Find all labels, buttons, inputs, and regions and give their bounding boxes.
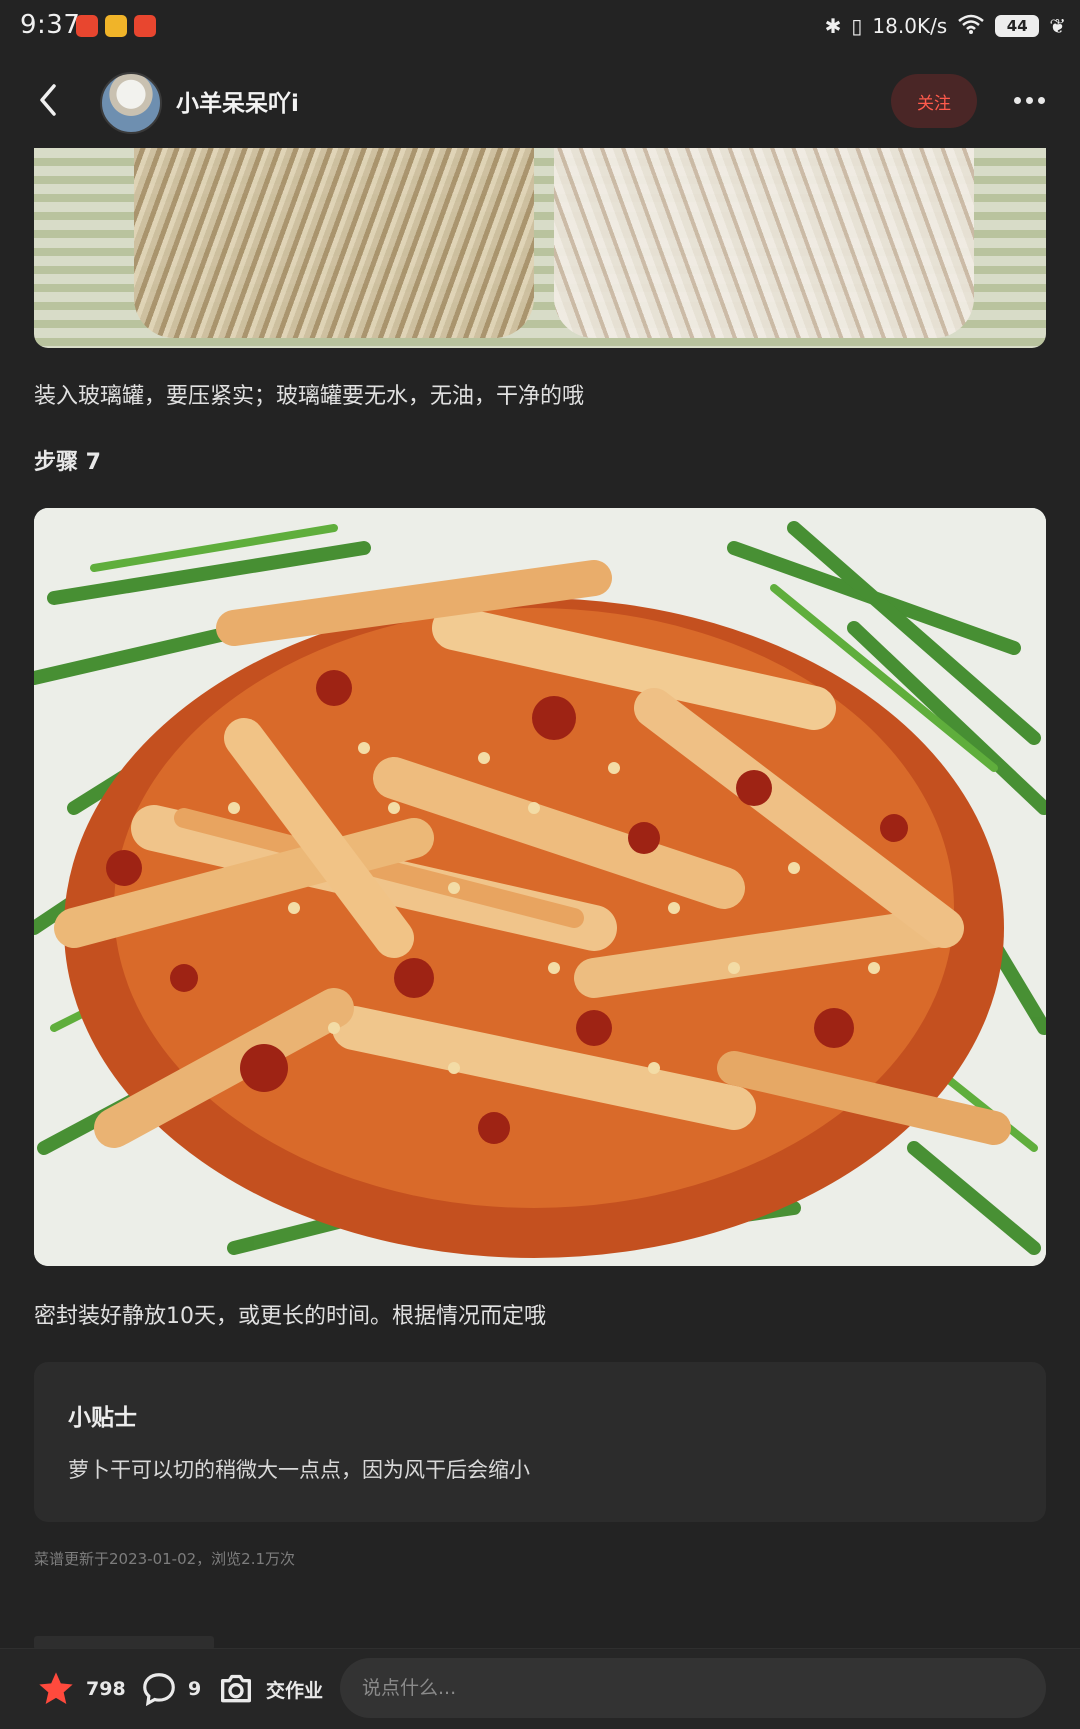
top-navigation: 小羊呆呆吖i 关注 [0, 52, 1080, 148]
tips-title: 小贴士 [68, 1405, 137, 1431]
bottom-action-bar: 798 9 交作业 [0, 1648, 1080, 1729]
bluetooth-icon: ✱ [824, 14, 842, 38]
battery-icon: 44 [995, 15, 1040, 37]
step7-image[interactable] [34, 508, 1046, 1266]
status-bar: 9:37 ✱ ▯ 18.0K/s 44 ❦ [0, 0, 1080, 52]
comment-bubble-icon [143, 1673, 175, 1707]
more-dot-icon [1025, 96, 1033, 104]
jar-right-image-part [554, 148, 974, 338]
back-button[interactable] [30, 78, 70, 122]
mail-notification-icon [105, 15, 127, 37]
more-dot-icon [1013, 96, 1021, 104]
jar-left-image-part [134, 148, 534, 338]
spicy-radish-photo [34, 508, 1046, 1266]
more-dot-icon [1037, 96, 1045, 104]
camera-icon [221, 1674, 251, 1703]
homework-label: 交作业 [266, 1679, 324, 1702]
step6-description: 装入玻璃罐，要压紧实；玻璃罐要无水，无油，干净的哦 [34, 384, 585, 409]
author-avatar[interactable] [100, 72, 162, 134]
comment-button[interactable]: 9 [140, 1667, 201, 1711]
favorite-button[interactable]: 798 [36, 1667, 126, 1711]
comment-count: 9 [188, 1678, 202, 1700]
charging-leaf-icon: ❦ [1049, 14, 1066, 38]
more-options-button[interactable] [1011, 82, 1047, 118]
follow-button[interactable]: 关注 [891, 74, 977, 128]
step7-description: 密封装好静放10天，或更长的时间。根据情况而定哦 [34, 1304, 546, 1329]
favorite-count: 798 [86, 1678, 126, 1700]
recipe-meta: 菜谱更新于2023-01-02，浏览2.1万次 [34, 1550, 296, 1568]
chevron-left-icon [40, 84, 56, 116]
step7-title: 步骤 7 [34, 450, 101, 475]
tips-card: 小贴士 萝卜干可以切的稍微大一点点，因为风干后会缩小 [34, 1362, 1046, 1522]
weibo-notification-icon [76, 15, 98, 37]
status-time: 9:37 [20, 10, 81, 40]
author-name[interactable]: 小羊呆呆吖i [176, 84, 299, 118]
star-icon [39, 1672, 73, 1704]
wifi-icon [957, 13, 985, 40]
vibrate-icon: ▯ [851, 14, 863, 38]
comment-input[interactable] [340, 1658, 1046, 1718]
weibo-notification-icon-2 [134, 15, 156, 37]
submit-homework-button[interactable]: 交作业 [216, 1667, 323, 1711]
network-speed: 18.0K/s [872, 14, 948, 38]
step6-image[interactable] [34, 148, 1046, 348]
status-indicators: ✱ ▯ 18.0K/s 44 ❦ [825, 12, 1066, 40]
tips-text: 萝卜干可以切的稍微大一点点，因为风干后会缩小 [68, 1458, 530, 1482]
